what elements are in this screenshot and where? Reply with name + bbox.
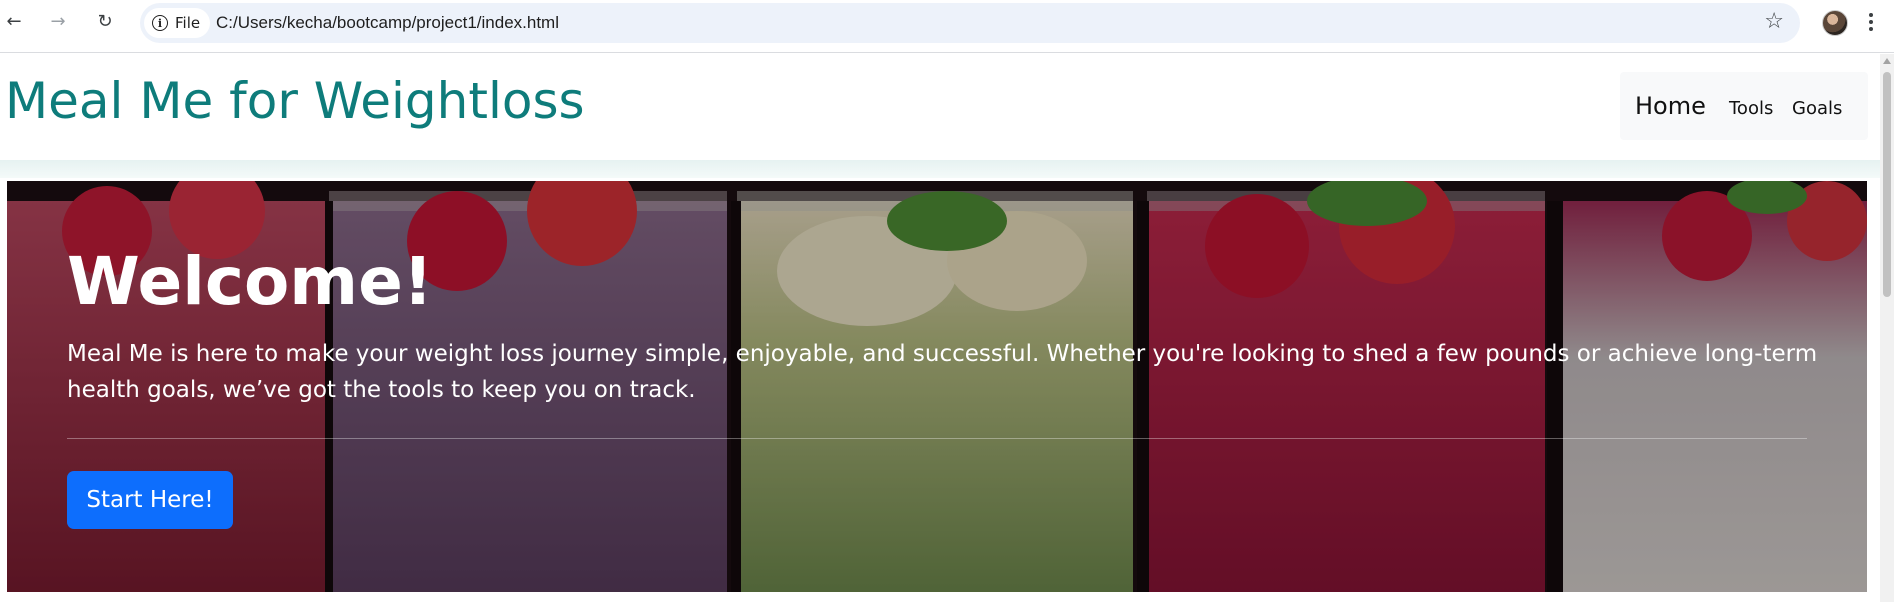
back-arrow-icon[interactable]: ← <box>2 10 26 34</box>
profile-avatar[interactable] <box>1822 10 1848 36</box>
forward-arrow-icon[interactable]: → <box>46 10 70 34</box>
scroll-up-arrow-icon[interactable] <box>1883 58 1891 64</box>
nav-link-tools[interactable]: Tools <box>1729 98 1773 119</box>
info-icon: i <box>152 15 168 31</box>
address-bar[interactable]: i File C:/Users/kecha/bootcamp/project1/… <box>140 3 1800 43</box>
file-chip-label: File <box>175 14 201 32</box>
hero-heading: Welcome! <box>67 243 433 320</box>
browser-toolbar: ← → ↻ i File C:/Users/kecha/bootcamp/pro… <box>0 0 1894 53</box>
site-info-chip[interactable]: i File <box>144 8 210 38</box>
site-nav: Home Tools Goals <box>1620 72 1868 140</box>
bookmark-star-icon[interactable]: ☆ <box>1764 11 1784 33</box>
reload-icon[interactable]: ↻ <box>93 10 117 34</box>
header-shadow <box>0 160 1880 178</box>
hero-description: Meal Me is here to make your weight loss… <box>67 341 1818 403</box>
page-scrollbar[interactable] <box>1880 54 1894 602</box>
page-viewport: Meal Me for Weightloss Home Tools Goals <box>0 54 1894 602</box>
start-here-button[interactable]: Start Here! <box>67 471 233 529</box>
site-header: Meal Me for Weightloss Home Tools Goals <box>0 54 1880 160</box>
scrollbar-thumb[interactable] <box>1883 72 1891 297</box>
nav-link-goals[interactable]: Goals <box>1792 98 1842 119</box>
nav-link-home[interactable]: Home <box>1635 92 1706 120</box>
url-text[interactable]: C:/Users/kecha/bootcamp/project1/index.h… <box>216 13 559 33</box>
hero-banner: Welcome! Meal Me is here to make your we… <box>7 181 1867 592</box>
hero-divider <box>67 438 1807 439</box>
site-title: Meal Me for Weightloss <box>5 72 585 130</box>
kebab-menu-icon[interactable] <box>1868 10 1874 34</box>
